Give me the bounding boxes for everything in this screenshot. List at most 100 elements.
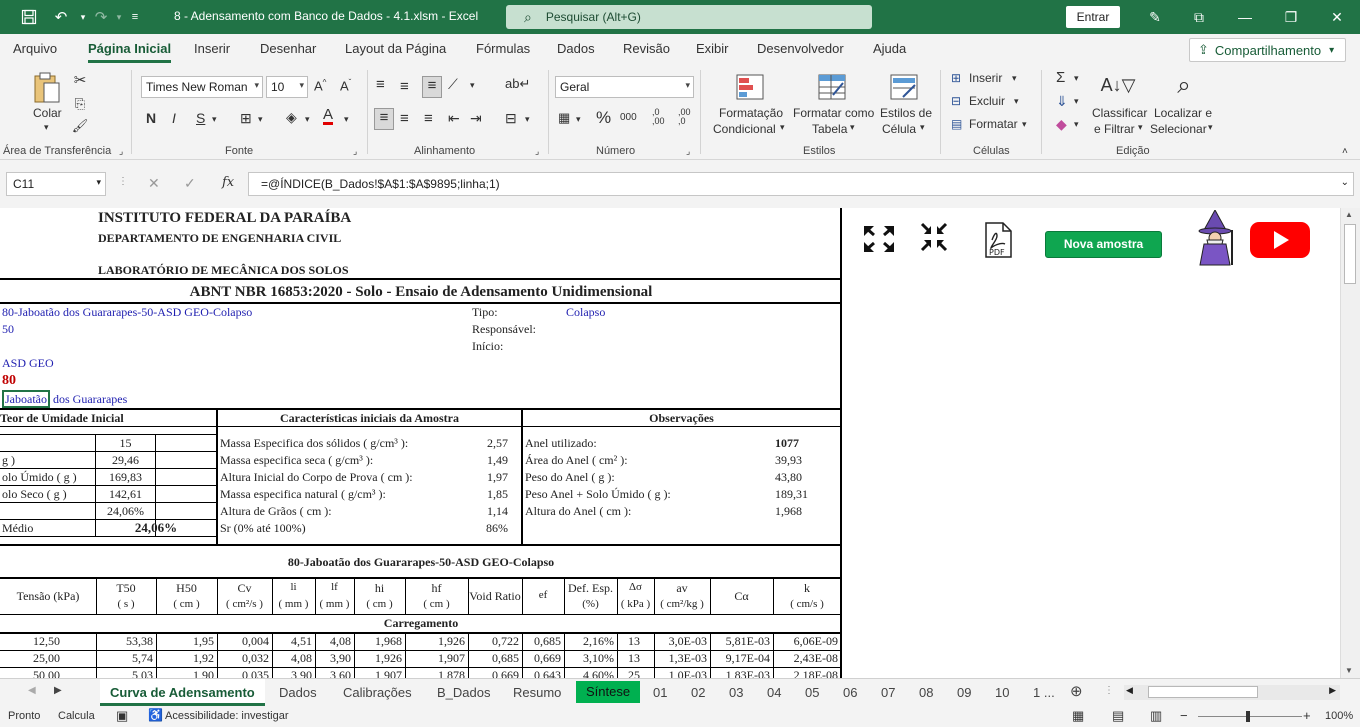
tab-formulas[interactable]: Fórmulas	[476, 41, 530, 56]
table-cell[interactable]: 2,16%	[564, 634, 614, 649]
table-cell[interactable]: 9,17E-04	[710, 651, 770, 666]
autosum-icon[interactable]: Σ	[1056, 69, 1065, 86]
compress-icon[interactable]	[920, 222, 948, 252]
horizontal-scrollbar[interactable]: ◀ ▶	[1124, 685, 1340, 700]
table-cell[interactable]: 1,878	[405, 668, 465, 678]
table-cell[interactable]: 3,60	[315, 668, 351, 678]
youtube-icon[interactable]	[1250, 222, 1310, 258]
format-table-label-2[interactable]: Tabela	[812, 122, 847, 136]
table-cell[interactable]: 6,06E-09	[773, 634, 838, 649]
normal-view-icon[interactable]: ▦	[1072, 708, 1084, 724]
tab-dados[interactable]: Dados	[557, 41, 595, 56]
decrease-indent-icon[interactable]: ⇤	[448, 110, 460, 127]
borders-dropdown-icon[interactable]: ▾	[258, 114, 263, 125]
table-cell[interactable]: 3,90	[315, 651, 351, 666]
table-cell[interactable]: 0,669	[468, 668, 519, 678]
find-select-icon[interactable]: ⌕	[1168, 70, 1200, 102]
table-cell[interactable]: 2,18E-08	[773, 668, 838, 678]
table-cell[interactable]: 2,43E-08	[773, 651, 838, 666]
accessibility-icon[interactable]: ♿	[148, 708, 163, 722]
bold-icon[interactable]: N	[146, 110, 156, 126]
tab-inserir[interactable]: Inserir	[194, 41, 230, 56]
table-cell[interactable]: 1,968	[354, 634, 402, 649]
share-button[interactable]: ⇪ Compartilhamento ▾	[1189, 38, 1346, 62]
macro-record-icon[interactable]: ▣	[116, 708, 128, 724]
sort-filter-icon[interactable]: A↓▽	[1101, 70, 1136, 100]
cell-styles-label-1[interactable]: Estilos de	[880, 106, 932, 120]
vertical-scrollbar[interactable]: ▲ ▼	[1340, 208, 1360, 678]
insert-cells-label[interactable]: Inserir	[969, 71, 1002, 85]
sheet-tab-curva[interactable]: Curva de Adensamento	[100, 679, 265, 706]
table-cell[interactable]: 0,035	[217, 668, 269, 678]
conditional-format-label-2[interactable]: Condicional	[713, 122, 776, 136]
search-box[interactable]: ⌕ Pesquisar (Alt+G)	[506, 5, 872, 29]
clipboard-launcher-icon[interactable]: ⌟	[119, 146, 123, 157]
next-sheet-icon[interactable]: ▶	[54, 685, 62, 696]
tab-desenhar[interactable]: Desenhar	[260, 41, 316, 56]
scroll-right-icon[interactable]: ▶	[1329, 685, 1336, 696]
table-cell[interactable]: 1,0E-03	[654, 668, 707, 678]
font-name-select[interactable]: Times New Roman ▾	[141, 76, 263, 98]
increase-indent-icon[interactable]: ⇥	[470, 110, 482, 127]
zoom-level[interactable]: 100%	[1325, 710, 1353, 722]
number-format-select[interactable]: Geral ▾	[555, 76, 694, 98]
format-table-label-1[interactable]: Formatar como	[793, 106, 874, 120]
table-cell[interactable]: 13	[617, 651, 651, 666]
table-cell[interactable]: 1,907	[354, 668, 402, 678]
sort-dropdown-icon[interactable]: ▾	[1138, 122, 1143, 133]
table-cell[interactable]: 0,032	[217, 651, 269, 666]
italic-icon[interactable]: I	[172, 110, 176, 126]
align-right-icon[interactable]: ≡	[424, 110, 433, 127]
table-cell[interactable]: 3,10%	[564, 651, 614, 666]
table-cell[interactable]: 0,004	[217, 634, 269, 649]
table-cell[interactable]: 4,08	[272, 651, 312, 666]
currency-icon[interactable]: ▦	[558, 110, 570, 126]
cut-icon[interactable]: ✂	[72, 72, 88, 89]
enter-formula-icon[interactable]: ✓	[184, 175, 196, 192]
worksheet[interactable]: INSTITUTO FEDERAL DA PARAÍBA DEPARTAMENT…	[0, 208, 1340, 678]
scroll-down-icon[interactable]: ▼	[1345, 666, 1353, 675]
sheet-tab-dados[interactable]: Dados	[279, 685, 317, 700]
page-layout-icon[interactable]: ▤	[1112, 708, 1124, 724]
formula-bar-handle-icon[interactable]: ⋮	[118, 176, 128, 187]
delete-cells-label[interactable]: Excluir	[969, 94, 1005, 108]
table-cell[interactable]: 5,74	[96, 651, 153, 666]
new-sample-button[interactable]: Nova amostra	[1045, 231, 1162, 258]
insert-dropdown-icon[interactable]: ▾	[1012, 73, 1017, 84]
expand-icon[interactable]	[862, 224, 896, 254]
table-cell[interactable]: 1,3E-03	[654, 651, 707, 666]
zoom-in-icon[interactable]: +	[1303, 708, 1311, 723]
format-table-icon[interactable]	[816, 72, 848, 102]
sheet-tab-03[interactable]: 03	[729, 685, 743, 700]
table-cell[interactable]: 53,38	[96, 634, 153, 649]
font-color-icon[interactable]: A	[323, 107, 334, 125]
scroll-up-icon[interactable]: ▲	[1345, 210, 1353, 219]
sort-filter-label-2[interactable]: e Filtrar	[1094, 122, 1135, 136]
table-cell[interactable]: 25,00	[0, 651, 93, 666]
location[interactable]: Jaboatão dos Guararapes	[2, 390, 127, 408]
wizard-icon[interactable]	[1192, 208, 1238, 266]
orientation-icon[interactable]: ⟋	[448, 76, 458, 93]
merge-center-icon[interactable]: ⊟	[505, 110, 517, 127]
status-accessibility[interactable]: Acessibilidade: investigar	[165, 710, 289, 722]
h-scroll-thumb[interactable]	[1148, 686, 1258, 698]
table-cell[interactable]: 1,83E-03	[710, 668, 770, 678]
prev-sheet-icon[interactable]: ◀	[28, 685, 36, 696]
table-cell[interactable]: 0,669	[522, 651, 561, 666]
paste-label[interactable]: Colar	[33, 106, 62, 120]
font-launcher-icon[interactable]: ⌟	[353, 146, 357, 157]
sheet-tab-calibracoes[interactable]: Calibrações	[343, 685, 412, 700]
borders-icon[interactable]: ⊞	[240, 110, 252, 127]
format-painter-icon[interactable]: 🖌	[72, 118, 89, 134]
table-cell[interactable]: 5,03	[96, 668, 153, 678]
merge-dropdown-icon[interactable]: ▾	[525, 114, 530, 125]
formula-input[interactable]: =@ÍNDICE(B_Dados!$A$1:$A$9895;linha;1) ⌄	[248, 172, 1354, 196]
autosum-dropdown-icon[interactable]: ▾	[1074, 73, 1079, 84]
sheet-tab-08[interactable]: 08	[919, 685, 933, 700]
format-cells-icon[interactable]: ▤	[951, 117, 962, 131]
font-size-select[interactable]: 10 ▾	[266, 76, 308, 98]
conditional-format-icon[interactable]	[734, 72, 766, 102]
table-cell[interactable]: 1,926	[354, 651, 402, 666]
align-middle-icon[interactable]: ≡	[400, 78, 409, 95]
fill-dropdown-icon[interactable]: ▾	[1074, 96, 1079, 107]
